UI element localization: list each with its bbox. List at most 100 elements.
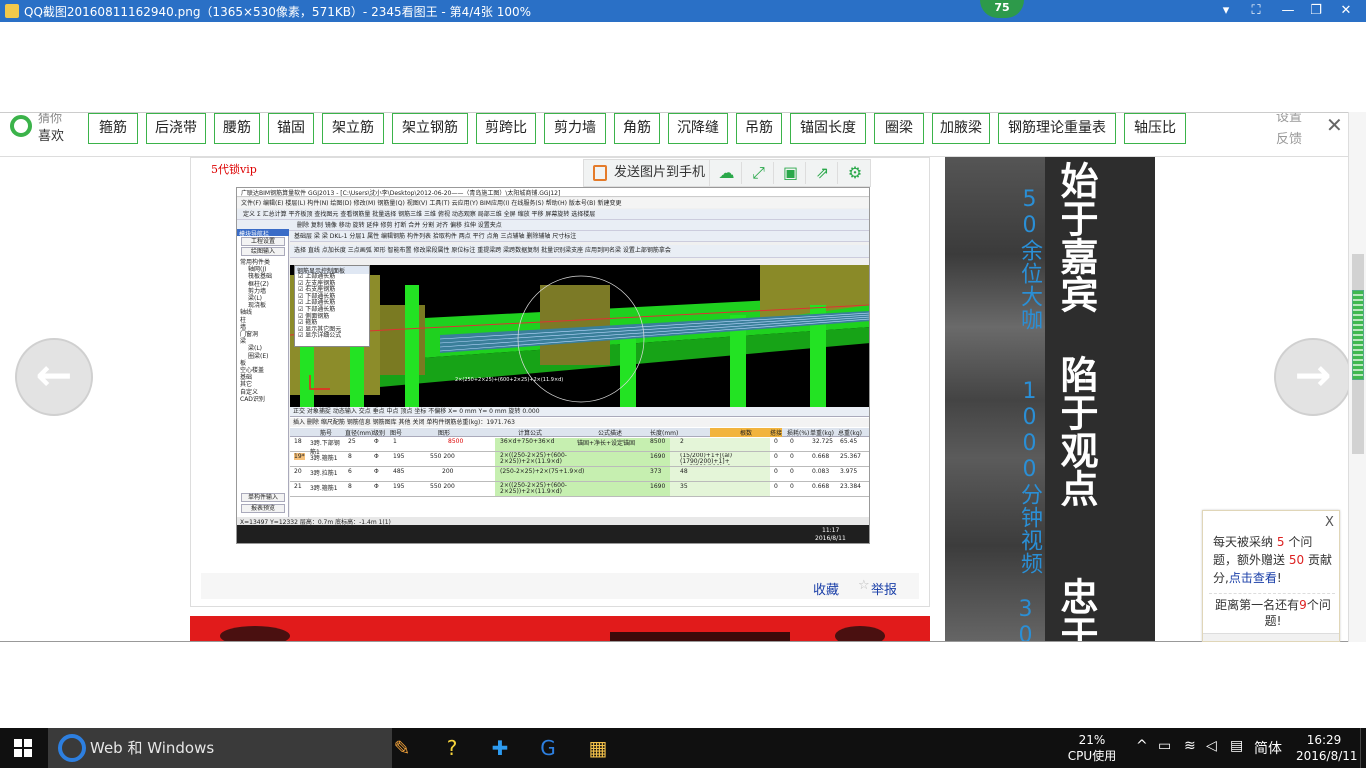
dropdown-icon[interactable]: ▾	[1214, 2, 1238, 20]
tag-item[interactable]: 加腋梁	[932, 113, 990, 144]
tree-item[interactable]: CAD识别	[240, 396, 288, 403]
table-row[interactable]: 19* 3跨.箍筋1 8 Φ 195 550 200 2×((250-2×25)…	[290, 453, 869, 467]
gear-icon[interactable]: ⚙	[840, 162, 870, 184]
nav-project-settings[interactable]: 工程设置	[241, 237, 285, 246]
tag-item[interactable]: 沉降缝	[668, 113, 728, 144]
settings-link[interactable]: 设置	[1276, 113, 1316, 129]
nav-single-input[interactable]: 单构件输入	[241, 493, 285, 502]
taskbar-search[interactable]: Web 和 Windows	[48, 728, 392, 768]
prev-image-arrow-icon[interactable]: ←	[15, 338, 93, 416]
right-ad[interactable]: 始于嘉宾 50余位大咖 陷于观点 1000分钟视频 忠于 30	[945, 157, 1155, 641]
restore-button[interactable]: ❐	[1304, 2, 1328, 20]
browser-app-icon[interactable]: G	[524, 728, 572, 768]
rebar-checkbox[interactable]: ☑ 显示详细公式	[298, 333, 369, 340]
viewer-canvas-bottom	[0, 642, 1366, 728]
ime-indicator[interactable]: 简体	[1254, 738, 1282, 758]
tag-item[interactable]: 剪力墙	[544, 113, 606, 144]
save-icon[interactable]: ▣	[776, 162, 806, 184]
cell: 0.668	[812, 483, 830, 490]
tagbar-close-icon[interactable]: ✕	[1326, 113, 1343, 137]
tag-item[interactable]: 圈梁	[874, 113, 924, 144]
tree-item[interactable]: 框柱(Z)	[240, 281, 288, 288]
table-row[interactable]: 20 3跨.拉筋1 6 Φ 485 200 (250-2×25)+2×(75+1…	[290, 468, 869, 482]
inner-toolbar-4: 选择 直线 点加长度 三点画弧 矩形 智能布置 修改梁段属性 原位标注 重提梁跨…	[290, 245, 869, 258]
tree-item[interactable]: 墙	[240, 324, 288, 331]
image-viewer-app-icon[interactable]: ▦	[574, 728, 622, 768]
screen: QQ截图20160811162940.png（1365×530像素，571KB）…	[0, 0, 1366, 768]
tag-item[interactable]: 锚固	[268, 113, 314, 144]
battery-icon[interactable]: ▭	[1158, 738, 1171, 754]
tree-item[interactable]: 柱	[240, 317, 288, 324]
tree-item[interactable]: 其它	[240, 381, 288, 388]
tree-item[interactable]: 圈梁(E)	[240, 353, 288, 360]
tree-item[interactable]: 剪力墙	[240, 288, 288, 295]
volume-icon[interactable]: ◁	[1206, 738, 1217, 754]
popup-message: 每天被采纳 5 个问题，额外赠送 50 贡献分,点击查看!	[1213, 533, 1335, 587]
col-unit-weight: 单重(kg)	[810, 430, 834, 437]
show-desktop-button[interactable]	[1360, 728, 1366, 768]
cell: 8500	[448, 438, 464, 445]
windows-start-icon[interactable]	[14, 739, 32, 757]
keyboard-icon[interactable]: ▤	[1230, 738, 1243, 754]
nav-draw-input[interactable]: 绘图输入	[241, 247, 285, 256]
tag-item[interactable]: 钢筋理论重量表	[998, 113, 1116, 144]
tag-item[interactable]: 架立钢筋	[392, 113, 468, 144]
chevron-up-icon[interactable]: ^	[1136, 738, 1148, 754]
tag-item[interactable]: 架立筋	[322, 113, 384, 144]
red-banner[interactable]	[190, 616, 930, 641]
cpu-usage[interactable]: 21% CPU使用	[1062, 732, 1122, 764]
help-app-icon[interactable]: ?	[428, 728, 476, 768]
send-to-phone-label: 发送图片到手机	[614, 165, 706, 180]
table-row[interactable]: 21 3跨.箍筋1 8 Φ 195 550 200 2×((250-2×25)+…	[290, 483, 869, 497]
share-icon[interactable]: ⇗	[808, 162, 838, 184]
cell: 0.083	[812, 468, 830, 475]
vertical-scrollbar[interactable]	[1348, 112, 1366, 642]
tree-item[interactable]: 自定义	[240, 389, 288, 396]
3d-viewport[interactable]: 2×(250+2×25)+(600+2×25)+2×(11.9×d)	[290, 265, 869, 407]
tag-item[interactable]: 剪跨比	[476, 113, 536, 144]
nav-report-preview[interactable]: 报表预览	[241, 504, 285, 513]
fullscreen-icon[interactable]: ⛶	[1244, 2, 1268, 20]
plus-app-icon[interactable]: ✚	[476, 728, 524, 768]
table-row[interactable]: 18 3跨.下部钢筋1 25 Φ 1 8500 36×d+750+36×d 锚固…	[290, 438, 869, 456]
banner-decoration	[220, 626, 290, 641]
report-link[interactable]: 举报	[871, 579, 897, 598]
tree-item[interactable]: 梁(L)	[240, 345, 288, 352]
expand-icon[interactable]: ⤢	[744, 162, 774, 184]
grid-toolbar[interactable]: 插入 删除 缩尺配筋 钢筋信息 钢筋图库 其他 关闭 单构件钢筋总重(kg)：1…	[290, 418, 869, 427]
tree-item[interactable]: 门窗洞	[240, 331, 288, 338]
tag-item[interactable]: 轴压比	[1124, 113, 1186, 144]
popup-rank: 距离第一名还有9个问题!	[1211, 597, 1335, 629]
pencil-app-icon[interactable]: ✎	[378, 728, 426, 768]
popup-footer	[1203, 633, 1339, 641]
wifi-icon[interactable]: ≋	[1184, 738, 1196, 754]
favorite-link[interactable]: 收藏	[813, 579, 839, 598]
tag-item[interactable]: 角筋	[614, 113, 660, 144]
popup-view-link[interactable]: 点击查看	[1229, 571, 1277, 585]
close-button[interactable]: ✕	[1334, 2, 1358, 20]
cell: 25.367	[840, 453, 861, 460]
embedded-screenshot: 广联达BIM钢筋算量软件 GGJ2013 - [C:\Users\沈小李\Des…	[236, 187, 870, 544]
col-lap: 搭接	[770, 430, 783, 437]
snap-toolbar[interactable]: 正交 对象捕捉 动态输入 交点 垂点 中点 顶点 坐标 不偏移 X= 0 mm …	[290, 407, 869, 417]
tag-item[interactable]: 吊筋	[736, 113, 782, 144]
col-bar-no: 筋号	[320, 430, 333, 437]
cell: 485	[393, 468, 405, 475]
tag-item[interactable]: 锚固长度	[790, 113, 866, 144]
tree-item[interactable]: 筏板基础	[240, 273, 288, 280]
cell: 0	[790, 483, 794, 490]
clock[interactable]: 16:29 2016/8/11	[1296, 732, 1358, 764]
cell: (15/200)+1+[(al) (1790/200)+1]+(ceil(560…	[680, 453, 733, 465]
rebar-display-panel: 钢筋显示控制面板 ☑ 上部通长筋 ☑ 左支座钢筋 ☑ 右支座钢筋 ☑ 下部通长筋…	[294, 265, 370, 347]
cloud-icon[interactable]: ☁	[712, 162, 742, 184]
minimize-button[interactable]: —	[1276, 2, 1300, 20]
tag-item[interactable]: 箍筋	[88, 113, 138, 144]
send-to-phone-button[interactable]: 发送图片到手机	[584, 160, 710, 186]
tree-item[interactable]: 板	[240, 360, 288, 367]
next-image-arrow-icon[interactable]: →	[1274, 338, 1352, 416]
tag-item[interactable]: 腰筋	[214, 113, 260, 144]
feedback-link[interactable]: 反馈	[1276, 129, 1316, 151]
popup-close-icon[interactable]: X	[1325, 515, 1334, 530]
tree-item[interactable]: 轴线	[240, 309, 288, 316]
tag-item[interactable]: 后浇带	[146, 113, 206, 144]
